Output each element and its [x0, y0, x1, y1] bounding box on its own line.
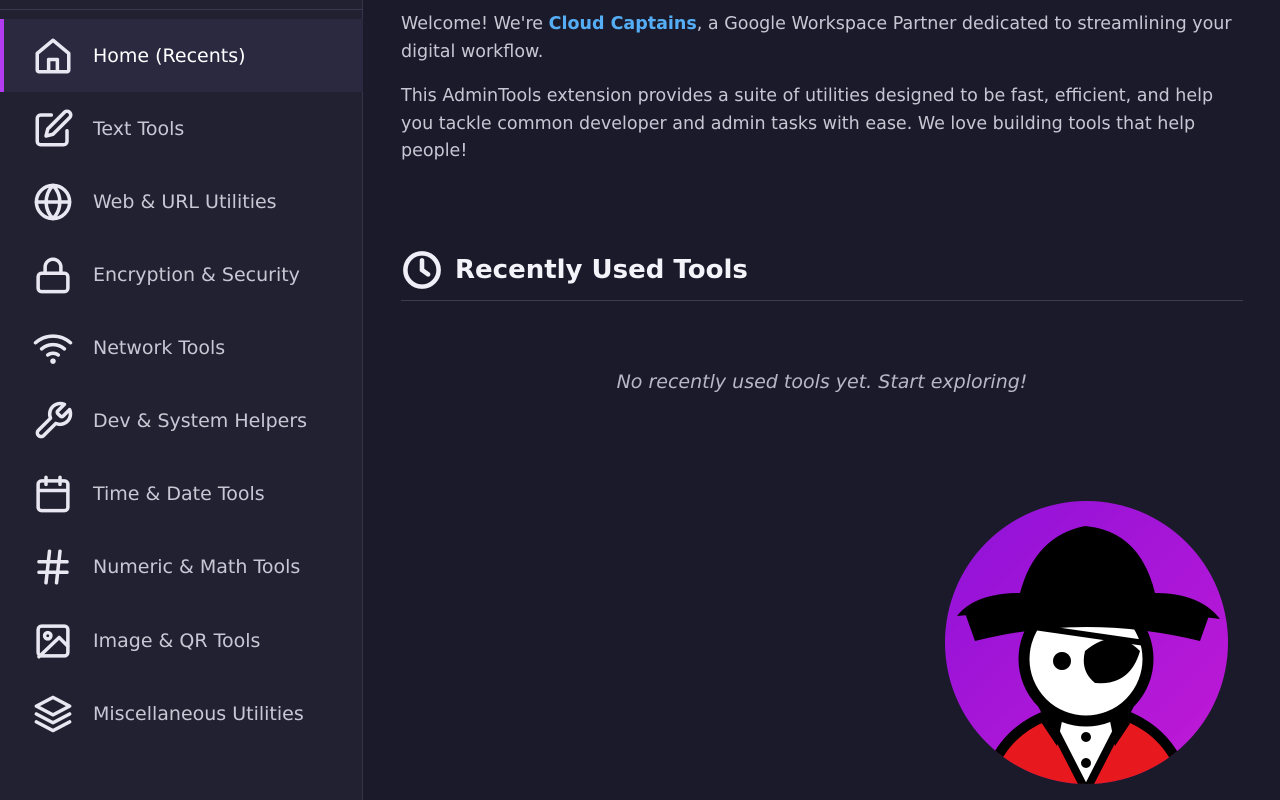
welcome-prefix: Welcome! We're: [401, 14, 549, 34]
wrench-icon: [31, 399, 75, 443]
sidebar-item-web-url[interactable]: Web & URL Utilities: [0, 165, 363, 238]
description-text: This AdminTools extension provides a sui…: [401, 86, 1214, 161]
empty-state-message: No recently used tools yet. Start explor…: [616, 371, 1028, 393]
sidebar-item-label: Text Tools: [93, 117, 185, 140]
welcome-text: Welcome! We're Cloud Captains, a Google …: [401, 11, 1246, 66]
lock-icon: [31, 253, 75, 297]
section-title: Recently Used Tools: [455, 255, 748, 285]
sidebar-item-encryption[interactable]: Encryption & Security: [0, 238, 363, 311]
sidebar-divider: [0, 9, 363, 10]
sidebar-item-label: Network Tools: [93, 336, 226, 359]
sidebar-item-label: Dev & System Helpers: [93, 409, 308, 432]
sidebar-item-time-date[interactable]: Time & Date Tools: [0, 457, 363, 530]
sidebar-item-dev-system[interactable]: Dev & System Helpers: [0, 384, 363, 457]
sidebar-item-numeric-math[interactable]: Numeric & Math Tools: [0, 530, 363, 603]
sidebar-item-label: Encryption & Security: [93, 263, 300, 286]
sidebar-item-label: Miscellaneous Utilities: [93, 702, 304, 725]
sidebar-item-label: Home (Recents): [93, 44, 246, 67]
pirate-mascot-avatar: [945, 501, 1228, 784]
layers-icon: [31, 692, 75, 736]
sidebar-item-label: Time & Date Tools: [93, 482, 265, 505]
globe-icon: [31, 180, 75, 224]
sidebar-item-image-qr[interactable]: Image & QR Tools: [0, 604, 363, 677]
sidebar-item-network[interactable]: Network Tools: [0, 311, 363, 384]
edit-icon: [31, 107, 75, 151]
wifi-icon: [31, 326, 75, 370]
brand-link[interactable]: Cloud Captains: [549, 14, 697, 34]
recent-tools-header: Recently Used Tools: [401, 249, 748, 291]
sidebar-item-label: Web & URL Utilities: [93, 190, 277, 213]
calendar-icon: [31, 472, 75, 516]
sidebar-item-label: Numeric & Math Tools: [93, 555, 301, 578]
image-icon: [31, 619, 75, 663]
sidebar-item-miscellaneous[interactable]: Miscellaneous Utilities: [0, 677, 363, 750]
home-icon: [31, 34, 75, 78]
app-window: Home (Recents) Text Tools Web & URL Util…: [0, 0, 1280, 800]
sidebar-item-text-tools[interactable]: Text Tools: [0, 92, 363, 165]
sidebar: Home (Recents) Text Tools Web & URL Util…: [0, 0, 363, 800]
hash-icon: [31, 545, 75, 589]
sidebar-item-home[interactable]: Home (Recents): [0, 19, 363, 92]
clock-icon: [403, 251, 441, 289]
section-divider: [401, 300, 1243, 301]
sidebar-item-label: Image & QR Tools: [93, 629, 261, 652]
